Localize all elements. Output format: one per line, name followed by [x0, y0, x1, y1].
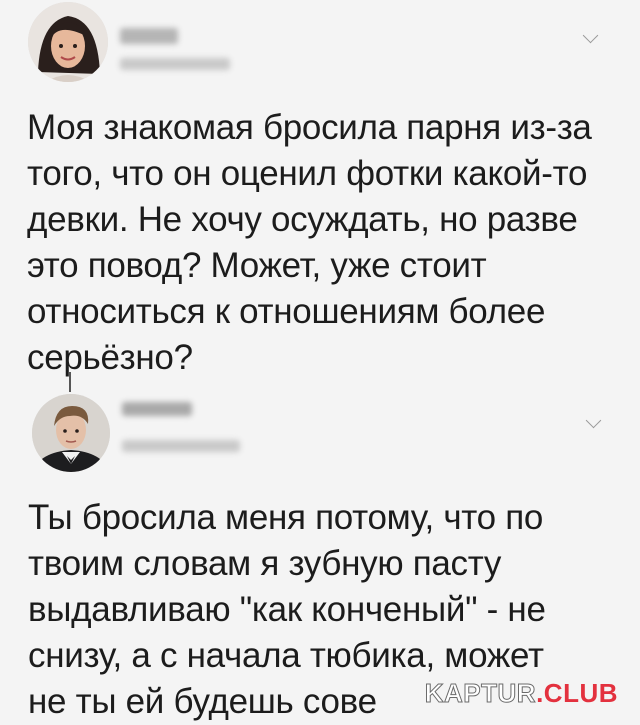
- chevron-down-icon[interactable]: [582, 27, 599, 44]
- user-avatar[interactable]: [32, 394, 110, 472]
- username-blurred[interactable]: [120, 28, 178, 44]
- tweet-text: Моя знакомая бросила парня из-за того, ч…: [27, 108, 592, 377]
- username-blurred[interactable]: [122, 402, 192, 416]
- watermark-part1: KAPTUR: [424, 678, 537, 709]
- watermark-part2: .CLUB: [536, 678, 618, 708]
- handle-blurred: [122, 440, 240, 452]
- woman-avatar-icon: [28, 2, 108, 82]
- handle-blurred: [120, 58, 230, 70]
- user-avatar[interactable]: [28, 2, 108, 82]
- man-avatar-icon: [32, 394, 110, 472]
- tweet-2: Ты бросила меня потому, что по твоим сло…: [0, 380, 640, 723]
- watermark-logo: KAPTUR.CLUB: [424, 678, 618, 709]
- tweet-1: Моя знакомая бросила парня из-за того, ч…: [0, 0, 640, 380]
- chevron-down-icon[interactable]: [585, 412, 602, 429]
